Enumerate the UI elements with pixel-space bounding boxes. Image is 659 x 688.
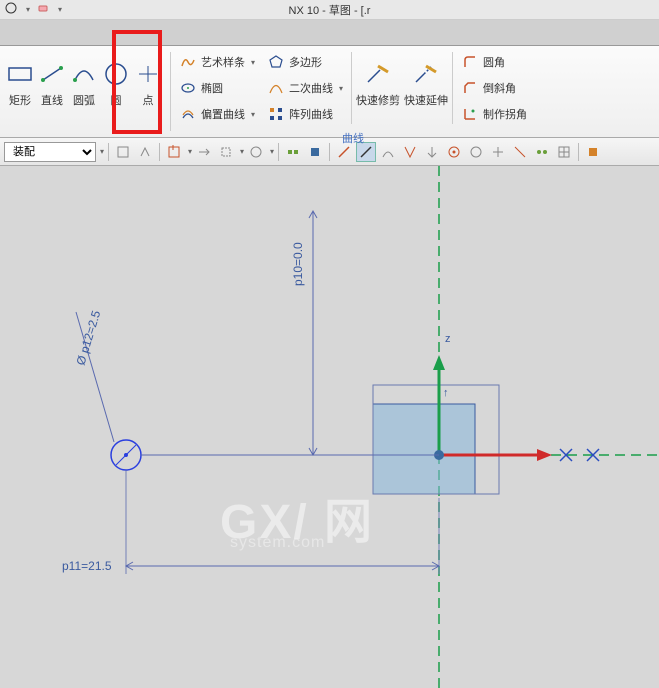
eraser-icon[interactable]	[36, 1, 50, 18]
trim-icon	[364, 60, 392, 88]
pattern-curve-tool[interactable]: 阵列曲线	[267, 102, 343, 126]
ellipse-icon	[179, 79, 197, 97]
separator	[452, 52, 453, 124]
assembly-dropdown[interactable]: 装配	[4, 142, 96, 162]
watermark-sub: system.com	[230, 534, 325, 552]
offset-curve-tool[interactable]: 偏置曲线 ▾	[179, 102, 255, 126]
title-bar: ▾ ▾ NX 10 - 草图 - [.r	[0, 0, 659, 20]
arc-icon	[70, 60, 98, 88]
chamfer-icon	[461, 79, 479, 97]
tb-btn-19[interactable]	[583, 142, 603, 162]
dim-p11: p11=21.5	[62, 559, 112, 573]
dropdown-arrow-icon: ▾	[339, 84, 343, 93]
dropdown-arrow-icon[interactable]: ▾	[26, 5, 30, 14]
dropdown-arrow-icon[interactable]: ▾	[240, 147, 244, 156]
tb-btn-18[interactable]	[554, 142, 574, 162]
rectangle-tool[interactable]: 矩形	[4, 56, 36, 108]
ellipse-tool[interactable]: 椭圆	[179, 76, 255, 100]
small-tools-mid: 多边形 二次曲线 ▾ 阵列曲线	[261, 46, 349, 130]
dropdown-arrow-icon[interactable]: ▾	[58, 5, 62, 14]
conic-tool[interactable]: 二次曲线 ▾	[267, 76, 343, 100]
quick-extend-tool[interactable]: 快速延伸	[402, 56, 450, 130]
arc-tool[interactable]: 圆弧	[68, 56, 100, 108]
dropdown-arrow-icon: ▾	[251, 110, 255, 119]
extend-icon	[412, 60, 440, 88]
tb-btn-1[interactable]	[113, 142, 133, 162]
conic-icon	[267, 79, 285, 97]
polygon-icon	[267, 53, 285, 71]
small-tools-left: 艺术样条 ▾ 椭圆 偏置曲线 ▾	[173, 46, 261, 130]
dropdown-arrow-icon[interactable]: ▾	[270, 147, 274, 156]
pattern-icon	[267, 105, 285, 123]
make-corner-tool[interactable]: 制作拐角	[461, 102, 527, 126]
quick-trim-tool[interactable]: 快速修剪	[354, 56, 402, 130]
tb-btn-17[interactable]	[532, 142, 552, 162]
offset-icon	[179, 105, 197, 123]
dropdown-arrow-icon: ▾	[100, 147, 104, 156]
spline-icon	[179, 53, 197, 71]
rectangle-icon	[6, 60, 34, 88]
line-icon	[38, 60, 66, 88]
polygon-tool[interactable]: 多边形	[267, 50, 343, 74]
tb-btn-2[interactable]	[135, 142, 155, 162]
ribbon-group-label: 曲线	[173, 130, 533, 146]
dropdown-arrow-icon[interactable]: ▾	[188, 147, 192, 156]
small-tools-corner: 圆角 倒斜角 制作拐角	[455, 46, 533, 130]
svg-text:↑: ↑	[443, 387, 449, 399]
corner-icon	[461, 105, 479, 123]
dropdown-arrow-icon: ▾	[251, 58, 255, 67]
sketch-svg: z ↑ p10=0.0 Ø p12=2.5	[0, 166, 659, 688]
sketch-rectangle	[373, 404, 475, 494]
fillet-icon	[461, 53, 479, 71]
chamfer-tool[interactable]: 倒斜角	[461, 76, 527, 100]
tab-area	[0, 20, 659, 46]
svg-text:z: z	[445, 333, 451, 345]
separator	[351, 52, 352, 124]
sketch-canvas[interactable]: GX/ 网 system.com z ↑ p10=0.0	[0, 166, 659, 688]
separator	[170, 52, 171, 131]
fillet-tool[interactable]: 圆角	[461, 50, 527, 74]
circle-icon[interactable]	[4, 1, 18, 18]
ribbon: 矩形 直线 圆弧 圆 点 艺术样条 ▾	[0, 46, 659, 138]
highlight-rect	[112, 30, 162, 134]
dim-p10: p10=0.0	[291, 242, 305, 286]
line-tool[interactable]: 直线	[36, 56, 68, 108]
window-title: NX 10 - 草图 - [.r	[289, 2, 371, 18]
spline-tool[interactable]: 艺术样条 ▾	[179, 50, 255, 74]
